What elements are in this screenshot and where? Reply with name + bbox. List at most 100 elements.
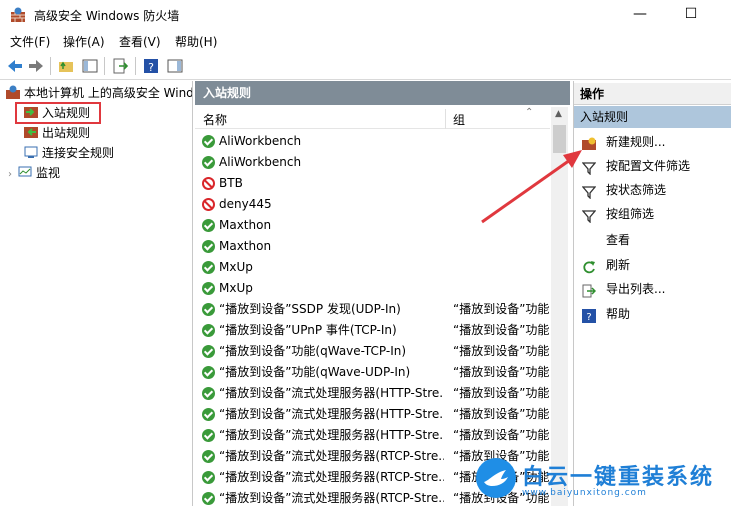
table-row[interactable]: “播放到设备”流式处理服务器(HTTP-Stre... “播放到设备”功能 — [195, 383, 550, 404]
rule-name: “播放到设备”流式处理服务器(RTCP-Stre... — [219, 470, 444, 484]
rule-group: “播放到设备”功能 — [453, 407, 550, 421]
enabled-check-icon — [202, 135, 215, 148]
navigation-tree: 本地计算机 上的高级安全 Windows 防火墙 入站规则 出站规则 连接安全规… — [0, 81, 193, 506]
action-label: 刷新 — [606, 258, 631, 272]
help-icon: ? — [582, 307, 596, 323]
rule-name: “播放到设备”流式处理服务器(HTTP-Stre... — [219, 386, 444, 400]
rule-name: deny445 — [219, 197, 272, 211]
back-arrow-icon[interactable] — [6, 57, 24, 75]
title-bar: 高级安全 Windows 防火墙 — ☐ — [0, 0, 731, 30]
toolbar-divider — [135, 57, 136, 75]
rule-name: Maxthon — [219, 239, 272, 253]
blocked-icon — [202, 177, 215, 190]
column-header-group[interactable]: 组 — [453, 111, 465, 128]
enabled-check-icon — [202, 282, 215, 295]
help-icon[interactable]: ? — [142, 57, 160, 75]
watermark: 白云一键重装系统 www.baiyunxitong.com — [470, 455, 731, 506]
rule-name: BTB — [219, 176, 243, 190]
rule-name: “播放到设备”UPnP 事件(TCP-In) — [219, 323, 397, 337]
firewall-icon — [6, 85, 20, 99]
tree-item-outbound-rules[interactable]: 出站规则 — [24, 123, 90, 143]
rules-pane-title: 入站规则 — [195, 81, 570, 105]
annotation-arrow — [481, 150, 582, 224]
up-folder-icon[interactable] — [57, 57, 75, 75]
firewall-icon — [11, 7, 25, 22]
rule-name: MxUp — [219, 281, 253, 295]
show-hide-action-pane-icon[interactable] — [166, 57, 184, 75]
rule-group: “播放到设备”功能 — [453, 323, 550, 337]
action-item[interactable]: ? 帮助 — [574, 302, 731, 326]
refresh-icon — [582, 258, 596, 274]
table-row[interactable]: “播放到设备”流式处理服务器(HTTP-Stre... “播放到设备”功能 — [195, 425, 550, 446]
connection-security-icon — [24, 146, 38, 158]
outbound-rules-icon — [24, 127, 38, 138]
rule-name: “播放到设备”流式处理服务器(HTTP-Stre... — [219, 407, 444, 421]
show-hide-tree-icon[interactable] — [81, 57, 99, 75]
rule-group: “播放到设备”功能 — [453, 344, 550, 358]
menu-help[interactable]: 帮助(H) — [175, 33, 217, 50]
enabled-check-icon — [202, 492, 215, 505]
export-icon — [582, 282, 597, 298]
table-row[interactable]: “播放到设备”功能(qWave-TCP-In) “播放到设备”功能 — [195, 341, 550, 362]
table-row[interactable]: Maxthon — [195, 236, 550, 257]
enabled-check-icon — [202, 366, 215, 379]
actions-section-inbound-rules[interactable]: 入站规则 — [574, 106, 731, 128]
enabled-check-icon — [202, 429, 215, 442]
table-row[interactable]: “播放到设备”功能(qWave-UDP-In) “播放到设备”功能 — [195, 362, 550, 383]
table-row[interactable]: MxUp — [195, 278, 550, 299]
rule-name: “播放到设备”SSDP 发现(UDP-In) — [219, 302, 401, 316]
action-label: 新建规则... — [606, 135, 666, 149]
column-header-name[interactable]: 名称 — [203, 111, 227, 128]
column-divider[interactable] — [445, 109, 446, 129]
sort-ascending-icon: ⌃ — [525, 107, 534, 118]
action-label: 按组筛选 — [606, 207, 655, 221]
column-header-row: 名称 组 ⌃ — [195, 107, 550, 129]
inbound-rules-icon — [24, 107, 38, 118]
tree-item-label: 入站规则 — [42, 106, 91, 120]
menu-view[interactable]: 查看(V) — [119, 33, 161, 50]
action-item[interactable]: 刷新 — [574, 253, 731, 277]
enabled-check-icon — [202, 240, 215, 253]
blocked-icon — [202, 198, 215, 211]
minimize-button[interactable]: — — [625, 4, 655, 24]
enabled-check-icon — [202, 345, 215, 358]
maximize-button[interactable]: ☐ — [676, 4, 706, 24]
enabled-check-icon — [202, 387, 215, 400]
tree-item-label: 监视 — [36, 166, 61, 180]
tree-root[interactable]: 本地计算机 上的高级安全 Windows 防火墙 — [6, 83, 192, 103]
forward-arrow-icon[interactable] — [27, 57, 45, 75]
enabled-check-icon — [202, 303, 215, 316]
table-row[interactable]: “播放到设备”SSDP 发现(UDP-In) “播放到设备”功能 — [195, 299, 550, 320]
action-label: 导出列表... — [606, 282, 666, 296]
rule-name: MxUp — [219, 260, 253, 274]
rule-group: “播放到设备”功能 — [453, 428, 550, 442]
watermark-brand: 白云一键重装系统 — [522, 465, 715, 490]
menu-action[interactable]: 操作(A) — [63, 33, 105, 50]
menu-file[interactable]: 文件(F) — [10, 33, 50, 50]
rule-name: “播放到设备”流式处理服务器(RTCP-Stre... — [219, 449, 444, 463]
tree-item-monitoring[interactable]: › 监视 — [8, 163, 60, 183]
tree-item-connection-security-rules[interactable]: 连接安全规则 — [24, 143, 114, 163]
action-label: 查看 — [606, 233, 631, 247]
scroll-up-icon[interactable]: ▲ — [555, 109, 562, 119]
export-icon[interactable] — [111, 57, 129, 75]
table-row[interactable]: “播放到设备”UPnP 事件(TCP-In) “播放到设备”功能 — [195, 320, 550, 341]
bird-logo-icon — [476, 458, 516, 498]
rule-name: “播放到设备”功能(qWave-UDP-In) — [219, 365, 411, 379]
expand-chevron-icon[interactable]: › — [8, 165, 18, 185]
monitoring-icon — [18, 166, 32, 177]
actions-pane-title: 操作 — [574, 83, 731, 105]
enabled-check-icon — [202, 324, 215, 337]
action-item[interactable]: 导出列表... — [574, 277, 731, 301]
toolbar: ? — [0, 52, 731, 80]
enabled-check-icon — [202, 156, 215, 169]
table-row[interactable]: MxUp — [195, 257, 550, 278]
toolbar-divider — [50, 57, 51, 75]
rule-group: “播放到设备”功能 — [453, 302, 550, 316]
toolbar-divider — [104, 57, 105, 75]
window-title: 高级安全 Windows 防火墙 — [34, 9, 180, 23]
tree-item-inbound-rules[interactable]: 入站规则 — [24, 103, 90, 123]
action-label: 按配置文件筛选 — [606, 159, 691, 173]
table-row[interactable]: “播放到设备”流式处理服务器(HTTP-Stre... “播放到设备”功能 — [195, 404, 550, 425]
tree-item-label: 连接安全规则 — [42, 146, 115, 160]
